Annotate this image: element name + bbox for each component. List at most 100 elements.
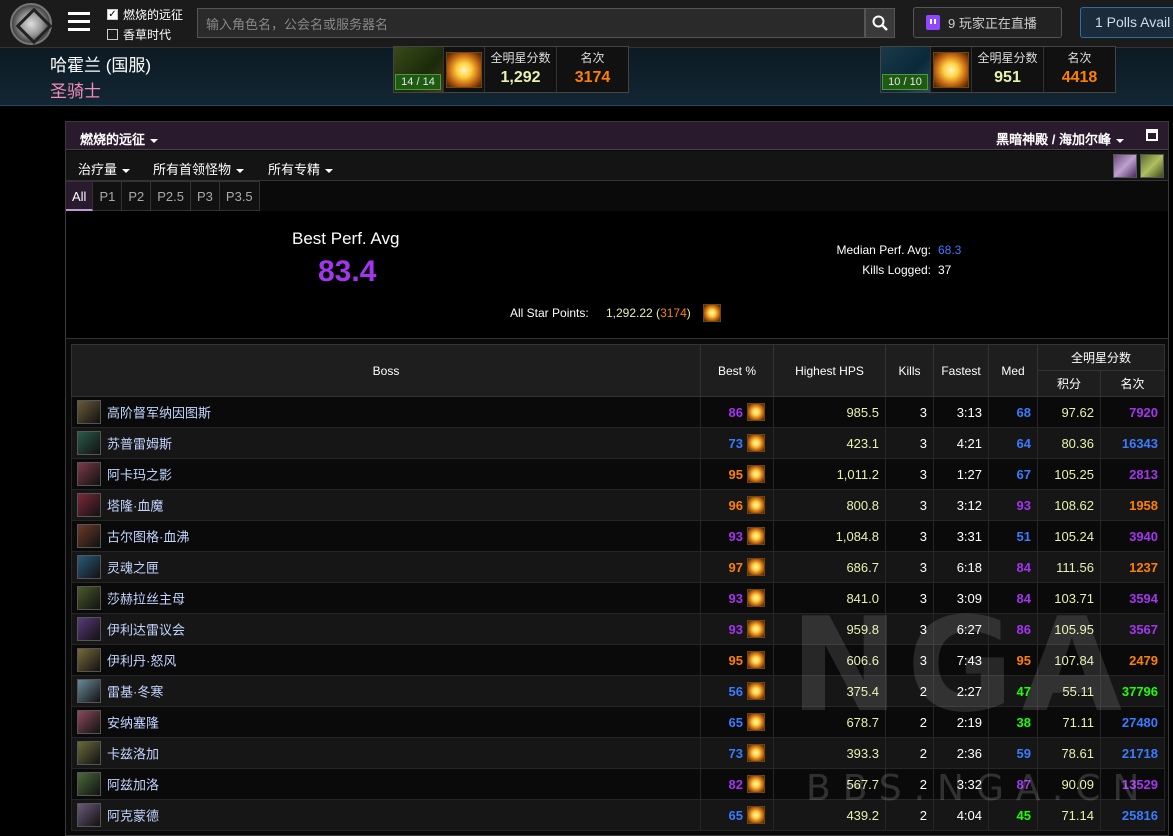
boss-name-link[interactable]: 阿克蒙德 [107, 809, 159, 824]
median-cell: 64 [988, 427, 1038, 459]
table-row[interactable]: 安纳塞隆 65 678.7 2 2:19 38 71.11 27480 [71, 706, 1166, 738]
boss-portrait-icon [77, 741, 101, 765]
twitch-streams-button[interactable]: 9 玩家正在直播 [913, 7, 1062, 38]
class-spec-icon[interactable] [1113, 154, 1137, 178]
boss-cell[interactable]: 灵魂之匣 [71, 551, 701, 583]
col-med[interactable]: Med [988, 344, 1038, 397]
boss-cell[interactable]: 莎赫拉丝主母 [71, 582, 701, 614]
table-row[interactable]: 雷基·冬寒 56 375.4 2 2:27 47 55.11 37796 [71, 675, 1166, 707]
median-cell: 38 [988, 706, 1038, 738]
tab-phase-p3-5[interactable]: P3.5 [219, 181, 260, 211]
boss-cell[interactable]: 阿兹加洛 [71, 768, 701, 800]
fastest-cell: 3:31 [933, 520, 989, 552]
maximize-icon[interactable] [1146, 129, 1158, 141]
allstar-points-cell: 97.62 [1037, 396, 1101, 428]
boss-name-link[interactable]: 莎赫拉丝主母 [107, 592, 185, 607]
boss-cell[interactable]: 高阶督军纳因图斯 [71, 396, 701, 428]
expansion-dropdown[interactable]: 燃烧的远征 [80, 129, 159, 148]
allstar-icon [747, 713, 765, 731]
allstar-points-label: All Star Points: [510, 306, 589, 320]
allstar-rank-cell: 2479 [1099, 644, 1166, 676]
boss-portrait-icon [77, 617, 101, 641]
tab-phase-p1[interactable]: P1 [93, 181, 123, 211]
boss-dropdown[interactable]: 所有首领怪物 [153, 159, 245, 178]
raid-stats-right[interactable]: 10 / 10 全明星分数 951 名次 4418 [880, 46, 1116, 93]
expansion-checkbox-vanilla[interactable]: 香草时代 [107, 26, 171, 43]
boss-name-link[interactable]: 灵魂之匣 [107, 561, 159, 576]
boss-name-link[interactable]: 高阶督军纳因图斯 [107, 406, 211, 421]
best-percent-cell: 73 [700, 737, 774, 769]
table-row[interactable]: 阿克蒙德 65 439.2 2 4:04 45 71.14 25816 [71, 799, 1166, 831]
metric-dropdown[interactable]: 治疗量 [78, 159, 131, 178]
boss-cell[interactable]: 古尔图格·血沸 [71, 520, 701, 552]
boss-name-link[interactable]: 卡兹洛加 [107, 747, 159, 762]
search-input[interactable]: 输入角色名，公会名或服务器名 [197, 8, 865, 38]
boss-name-link[interactable]: 伊利丹·怒风 [107, 654, 176, 669]
best-percent-cell: 96 [700, 489, 774, 521]
polls-button[interactable]: 1 Polls Avail [1080, 7, 1173, 38]
tab-phase-p2-5[interactable]: P2.5 [151, 181, 192, 211]
tab-phase-p3[interactable]: P3 [191, 181, 220, 211]
checkbox-unchecked-icon[interactable] [107, 29, 118, 40]
table-row[interactable]: 伊利丹·怒风 95 606.6 3 7:43 95 107.84 2479 [71, 644, 1166, 676]
table-row[interactable]: 塔隆·血魔 96 800.8 3 3:12 93 108.62 1958 [71, 489, 1166, 521]
table-row[interactable]: 卡兹洛加 73 393.3 2 2:36 59 78.61 21718 [71, 737, 1166, 769]
col-fastest[interactable]: Fastest [933, 344, 989, 397]
site-logo-icon[interactable] [10, 3, 52, 45]
spec-dropdown[interactable]: 所有专精 [268, 159, 334, 178]
search-button[interactable] [865, 8, 895, 38]
fastest-cell: 2:19 [933, 706, 989, 738]
kills-cell: 2 [885, 706, 934, 738]
key-icon[interactable] [1140, 154, 1164, 178]
table-row[interactable]: 伊利达雷议会 93 959.8 3 6:27 86 105.95 3567 [71, 613, 1166, 645]
allstar-rank-cell: 37796 [1099, 675, 1166, 707]
boss-name-link[interactable]: 苏普雷姆斯 [107, 437, 172, 452]
hamburger-menu-icon[interactable] [68, 12, 90, 32]
allstar-rank-stat: 名次 4418 [1043, 47, 1115, 92]
table-row[interactable]: 阿卡玛之影 95 1,011.2 3 1:27 67 105.25 2813 [71, 458, 1166, 490]
boss-name-link[interactable]: 阿卡玛之影 [107, 468, 172, 483]
boss-name-link[interactable]: 阿兹加洛 [107, 778, 159, 793]
table-row[interactable]: 莎赫拉丝主母 93 841.0 3 3:09 84 103.71 3594 [71, 582, 1166, 614]
boss-cell[interactable]: 安纳塞隆 [71, 706, 701, 738]
boss-cell[interactable]: 雷基·冬寒 [71, 675, 701, 707]
boss-name-link[interactable]: 安纳塞隆 [107, 716, 159, 731]
col-points[interactable]: 积分 [1037, 370, 1101, 397]
boss-name-link[interactable]: 伊利达雷议会 [107, 623, 185, 638]
allstar-icon [444, 47, 484, 92]
col-kills[interactable]: Kills [885, 344, 934, 397]
tab-phase-p2[interactable]: P2 [122, 181, 152, 211]
chevron-down-icon [236, 168, 245, 173]
boss-cell[interactable]: 伊利达雷议会 [71, 613, 701, 645]
boss-name-link[interactable]: 雷基·冬寒 [107, 685, 163, 700]
boss-name-link[interactable]: 塔隆·血魔 [107, 499, 163, 514]
table-row[interactable]: 古尔图格·血沸 93 1,084.8 3 3:31 51 105.24 3940 [71, 520, 1166, 552]
boss-cell[interactable]: 阿卡玛之影 [71, 458, 701, 490]
boss-cell[interactable]: 苏普雷姆斯 [71, 427, 701, 459]
boss-cell[interactable]: 卡兹洛加 [71, 737, 701, 769]
allstar-icon [747, 775, 765, 793]
allstar-rank-cell: 7920 [1099, 396, 1166, 428]
col-best[interactable]: Best % [700, 344, 774, 397]
boss-cell[interactable]: 伊利丹·怒风 [71, 644, 701, 676]
boss-cell[interactable]: 塔隆·血魔 [71, 489, 701, 521]
boss-portrait-icon [77, 462, 101, 486]
boss-name-link[interactable]: 古尔图格·血沸 [107, 530, 189, 545]
table-row[interactable]: 阿兹加洛 82 567.7 2 3:32 87 90.09 13529 [71, 768, 1166, 800]
raid-zone-thumbnail: 10 / 10 [881, 47, 931, 92]
character-name: 哈霍兰 (国服) [50, 56, 152, 75]
allstar-icon [747, 558, 765, 576]
boss-cell[interactable]: 阿克蒙德 [71, 799, 701, 831]
col-hps[interactable]: Highest HPS [773, 344, 886, 397]
table-row[interactable]: 高阶督军纳因图斯 86 985.5 3 3:13 68 97.62 7920 [71, 396, 1166, 428]
table-row[interactable]: 灵魂之匣 97 686.7 3 6:18 84 111.56 1237 [71, 551, 1166, 583]
table-row[interactable]: 苏普雷姆斯 73 423.1 3 4:21 64 80.36 16343 [71, 427, 1166, 459]
col-boss[interactable]: Boss [71, 344, 701, 397]
best-percent-cell: 93 [700, 613, 774, 645]
checkbox-checked-icon[interactable]: ✓ [107, 9, 118, 20]
zone-dropdown[interactable]: 黑暗神殿 / 海加尔峰 [996, 129, 1124, 148]
col-rank[interactable]: 名次 [1099, 370, 1166, 397]
tab-phase-all[interactable]: All [66, 181, 94, 211]
expansion-checkbox-tbc[interactable]: ✓ 燃烧的远征 [107, 6, 183, 23]
raid-stats-left[interactable]: 14 / 14 全明星分数 1,292 名次 3174 [393, 46, 629, 93]
